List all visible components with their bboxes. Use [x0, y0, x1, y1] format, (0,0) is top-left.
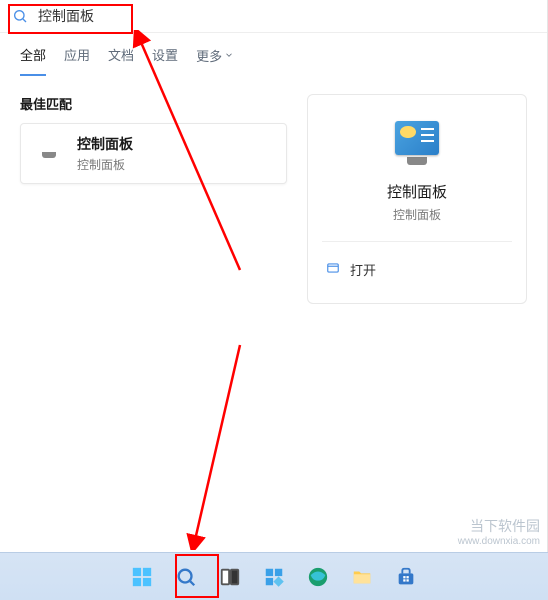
tab-more[interactable]: 更多 [196, 45, 234, 76]
result-title: 控制面板 [77, 134, 133, 154]
start-button[interactable] [124, 559, 160, 595]
taskbar [0, 552, 548, 600]
tab-all[interactable]: 全部 [20, 45, 46, 76]
best-match-label: 最佳匹配 [20, 94, 287, 113]
widgets-button[interactable] [256, 559, 292, 595]
result-text: 控制面板 控制面板 [77, 134, 133, 173]
search-bar[interactable] [0, 0, 547, 33]
detail-column: 控制面板 控制面板 打开 [307, 94, 527, 304]
detail-title: 控制面板 [322, 181, 512, 202]
tab-docs[interactable]: 文档 [108, 45, 134, 76]
search-content: 最佳匹配 控制面板 控制面板 控制面板 控制面板 [0, 76, 547, 322]
detail-actions: 打开 [322, 241, 512, 285]
task-view-button[interactable] [212, 559, 248, 595]
open-action[interactable]: 打开 [322, 254, 512, 285]
edge-button[interactable] [300, 559, 336, 595]
open-label: 打开 [350, 260, 376, 279]
search-icon [12, 8, 28, 24]
taskbar-search-button[interactable] [168, 559, 204, 595]
explorer-button[interactable] [344, 559, 380, 595]
result-subtitle: 控制面板 [77, 156, 133, 173]
tab-more-label: 更多 [196, 46, 222, 65]
result-control-panel[interactable]: 控制面板 控制面板 [20, 123, 287, 184]
search-input[interactable] [38, 8, 535, 24]
tab-settings[interactable]: 设置 [152, 45, 178, 76]
control-panel-icon [33, 138, 65, 170]
tab-apps[interactable]: 应用 [64, 45, 90, 76]
results-column: 最佳匹配 控制面板 控制面板 [20, 94, 287, 304]
detail-card: 控制面板 控制面板 打开 [307, 94, 527, 304]
control-panel-icon [393, 121, 441, 169]
detail-subtitle: 控制面板 [322, 206, 512, 223]
chevron-down-icon [224, 48, 234, 63]
open-icon [326, 261, 340, 278]
search-panel: 全部 应用 文档 设置 更多 最佳匹配 控制面板 控制面板 [0, 0, 548, 552]
store-button[interactable] [388, 559, 424, 595]
search-tabs: 全部 应用 文档 设置 更多 [0, 33, 547, 76]
